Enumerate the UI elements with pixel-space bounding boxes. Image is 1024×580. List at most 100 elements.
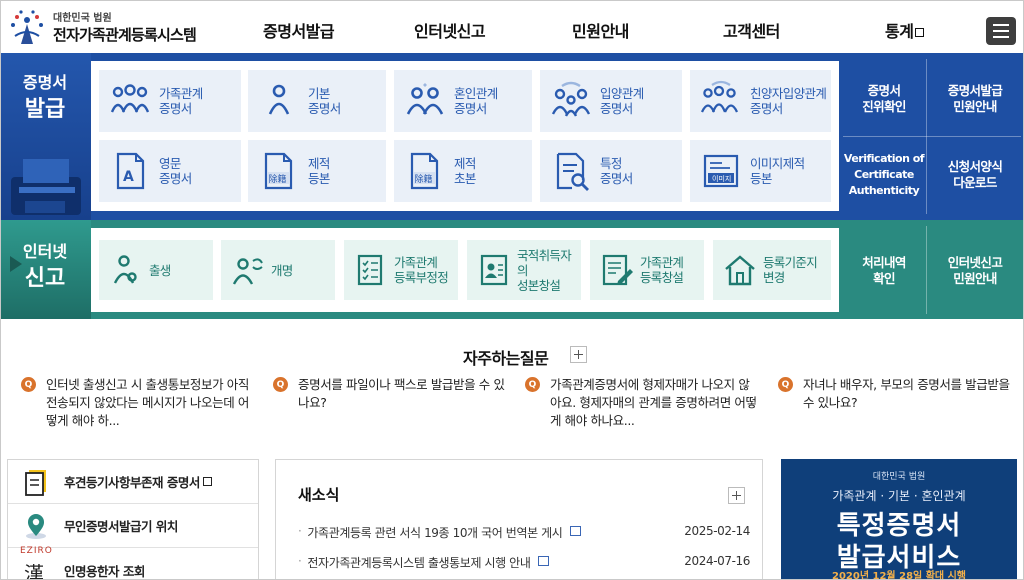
logo-org: 대한민국 법원 [53, 12, 112, 24]
card-label: 국적취득자의 성본창설 [517, 247, 572, 293]
rename-icon [231, 253, 265, 287]
family-adoption-icon [700, 80, 742, 122]
nav-statistics[interactable]: 통계 [885, 18, 925, 42]
removed-extract-icon: 除籍 [404, 150, 446, 192]
link-verification-english[interactable]: Verification of Certificate Authenticity [843, 151, 925, 199]
news-item-date: 2024-07-16 [684, 554, 750, 568]
card-marriage-certificate[interactable]: 혼인관계 증명서 [394, 70, 532, 132]
card-removed-register-copy[interactable]: 除籍 제적 등본 [248, 140, 386, 202]
card-label: 제적 초본 [454, 156, 476, 186]
card-family-certificate[interactable]: 가족관계 증명서 [99, 70, 241, 132]
report-card-grid: 출생 개명 가족관계 등록부정정 국적취득자의 성본창설 가족관계 등록창설 등… [91, 228, 839, 312]
news-item[interactable]: · 전자가족관계등록시스템 출생통보제 시행 안내 2024-07-16 [298, 554, 750, 571]
banner-subtitle: 가족관계 · 기본 · 혼인관계 [832, 489, 966, 503]
hanja-glyph: 漢 [24, 562, 44, 580]
new-document-icon [538, 556, 550, 566]
news-more-button[interactable] [728, 487, 745, 504]
link-report-guide[interactable]: 인터넷신고 민원안내 [929, 255, 1021, 287]
faq-question: 가족관계증명서에 형제자매가 나오지 않아요. 형제자매의 관계를 증명하려면 … [550, 377, 757, 428]
family-icon [109, 80, 151, 122]
couple-icon [404, 80, 446, 122]
link-certificate-guide[interactable]: 증명서발급 민원안내 [929, 83, 1021, 115]
quick-guardianship-certificate[interactable]: 후견등기사항부존재 증명서 [8, 460, 258, 504]
news-item-title: 가족관계등록 관련 서식 19종 10개 국어 번역본 게시 [307, 526, 563, 540]
card-label: 개명 [271, 262, 293, 278]
card-label: 제적 등본 [308, 156, 330, 186]
news-item[interactable]: · 가족관계등록 관련 서식 19종 10개 국어 번역본 게시 2025-02… [298, 524, 750, 541]
card-label: 가족관계 증명서 [159, 86, 203, 116]
card-label: 가족관계 등록부정정 [394, 255, 449, 285]
nav-civil-guide[interactable]: 민원안내 [572, 18, 629, 42]
search-doc-icon [550, 150, 592, 192]
card-label: 입양관계 증명서 [600, 86, 644, 116]
quick-hanja-search[interactable]: EZIRO 漢 인명용한자 조회 [8, 546, 258, 580]
nav-certificate[interactable]: 증명서발급 [263, 18, 335, 42]
certificate-issue-section: 증명서 발급 가족관계 증명서 기본 증명서 혼인관계 증명서 입양관계 증명서… [1, 53, 1023, 220]
hanja-mark-text: EZIRO [20, 546, 53, 556]
faq-question: 증명서를 파일이나 팩스로 발급받을 수 있나요? [298, 377, 505, 410]
english-doc-icon: A [109, 150, 151, 192]
card-rename-report[interactable]: 개명 [221, 240, 335, 300]
create-register-icon [600, 253, 634, 287]
card-register-correction[interactable]: 가족관계 등록부정정 [344, 240, 458, 300]
faq-q-icon: Q [778, 377, 793, 392]
nationality-icon [477, 253, 511, 287]
nav-statistics-label: 통계 [885, 22, 914, 41]
card-full-adoption-certificate[interactable]: 친양자입양관계 증명서 [690, 70, 831, 132]
card-birth-report[interactable]: 출생 [99, 240, 213, 300]
site-logo[interactable]: 대한민국 법원 전자가족관계등록시스템 [7, 5, 207, 51]
card-label: 이미지제적 등본 [750, 156, 805, 186]
card-english-certificate[interactable]: A 영문 증명서 [99, 140, 241, 202]
faq-q-icon: Q [525, 377, 540, 392]
internet-report-section: 인터넷 신고 출생 개명 가족관계 등록부정정 국적취득자의 성본창설 가족관계… [1, 220, 1023, 319]
issue-side-bottom: 발급 [24, 97, 66, 122]
faq-title: 자주하는질문 [463, 349, 549, 368]
link-processing-history[interactable]: 처리내역 확인 [843, 255, 925, 287]
birth-icon [109, 253, 143, 287]
news-item-title: 전자가족관계등록시스템 출생통보제 시행 안내 [307, 556, 531, 570]
site-header: 대한민국 법원 전자가족관계등록시스템 증명서발급 인터넷신고 민원안내 고객센… [1, 1, 1023, 57]
nav-customer-center[interactable]: 고객센터 [723, 18, 780, 42]
report-side-panel: 인터넷 신고 [1, 220, 91, 319]
issue-card-grid: 가족관계 증명서 기본 증명서 혼인관계 증명서 입양관계 증명서 친양자입양관… [91, 61, 839, 211]
quick-kiosk-location[interactable]: 무인증명서발급기 위치 [8, 504, 258, 548]
card-image-register-copy[interactable]: 이미지 이미지제적 등본 [690, 140, 831, 202]
external-link-icon [202, 477, 212, 486]
new-document-icon [570, 526, 582, 536]
card-label: 등록기준지 변경 [763, 255, 818, 285]
quick-menu: 후견등기사항부존재 증명서 무인증명서발급기 위치 EZIRO 漢 인명용한자 조… [7, 459, 259, 580]
news-item-date: 2025-02-14 [684, 524, 750, 538]
card-basic-certificate[interactable]: 기본 증명서 [248, 70, 386, 132]
faq-item[interactable]: Q 가족관계증명서에 형제자매가 나오지 않아요. 형제자매의 관계를 증명하려… [525, 376, 760, 430]
news-panel: 새소식 · 가족관계등록 관련 서식 19종 10개 국어 번역본 게시 202… [275, 459, 763, 579]
card-register-creation[interactable]: 가족관계 등록창설 [590, 240, 704, 300]
faq-item[interactable]: Q 자녀나 배우자, 부모의 증명서를 발급받을 수 있나요? [778, 376, 1013, 412]
removed-stamp-text: 除籍 [415, 173, 433, 185]
specific-certificate-banner[interactable]: 대한민국 법원 가족관계 · 기본 · 혼인관계 특정증명서 발급서비스 202… [781, 459, 1017, 579]
link-certificate-verify[interactable]: 증명서 진위확인 [843, 83, 925, 115]
document-icon [22, 468, 50, 496]
faq-item[interactable]: Q 증명서를 파일이나 팩스로 발급받을 수 있나요? [273, 376, 508, 412]
house-icon [723, 253, 757, 287]
card-adoption-certificate[interactable]: 입양관계 증명서 [540, 70, 682, 132]
nav-internet-report[interactable]: 인터넷신고 [414, 18, 486, 42]
faq-more-button[interactable] [570, 346, 587, 363]
faq-item[interactable]: Q 인터넷 출생신고 시 출생통보정보가 아직 전송되지 않았다는 메시지가 나… [21, 376, 256, 430]
card-nationality-surname[interactable]: 국적취득자의 성본창설 [467, 240, 581, 300]
hamburger-menu-button[interactable] [986, 17, 1016, 45]
faq-question: 인터넷 출생신고 시 출생통보정보가 아직 전송되지 않았다는 메시지가 나오는… [46, 377, 249, 428]
link-form-download[interactable]: 신청서양식 다운로드 [929, 159, 1021, 191]
card-removed-register-extract[interactable]: 除籍 제적 초본 [394, 140, 532, 202]
divider [926, 226, 927, 314]
card-label: 특정 증명서 [600, 156, 633, 186]
card-label: 출생 [149, 262, 171, 278]
card-label: 영문 증명서 [159, 156, 192, 186]
external-link-icon [915, 28, 925, 37]
removed-register-icon: 除籍 [258, 150, 300, 192]
removed-stamp-text: 除籍 [269, 173, 287, 185]
news-title: 새소식 [298, 486, 340, 504]
person-icon [258, 80, 300, 122]
card-specific-certificate[interactable]: 특정 증명서 [540, 140, 682, 202]
card-domicile-change[interactable]: 등록기준지 변경 [713, 240, 831, 300]
quick-label: 인명용한자 조회 [64, 563, 145, 579]
